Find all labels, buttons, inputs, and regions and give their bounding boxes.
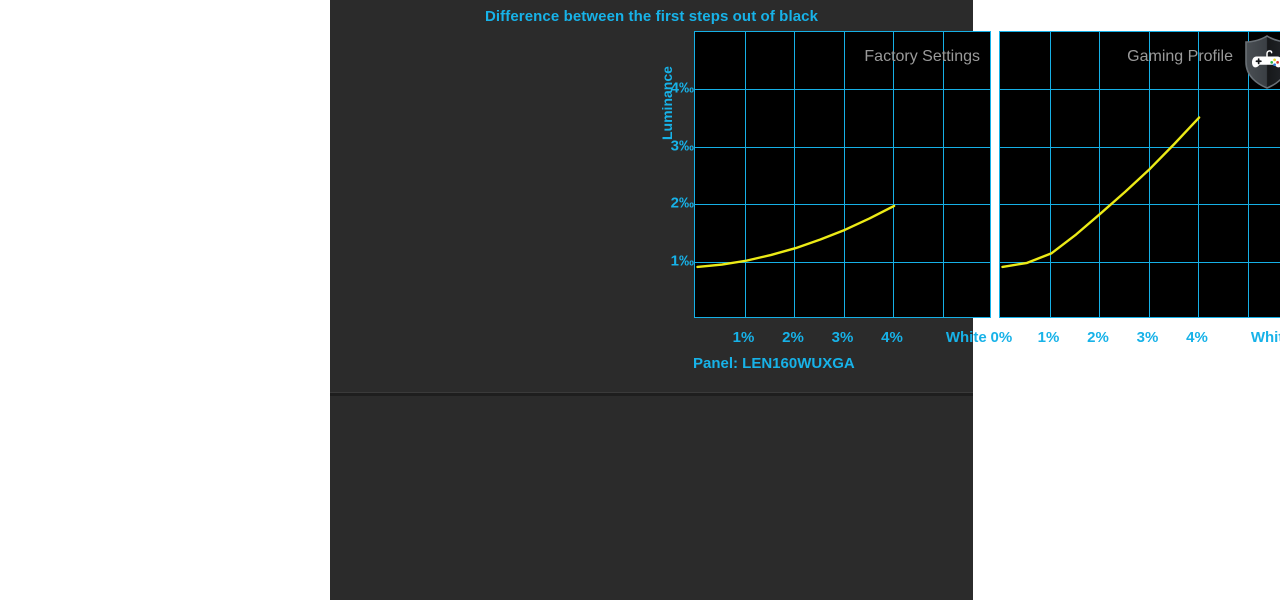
x-tick-label: 4% [881, 329, 903, 346]
y-tick-label: 3‰ [670, 137, 694, 155]
x-tick-label: 1% [1037, 329, 1060, 346]
chart-caption-right: Gaming Profile [1127, 48, 1233, 65]
x-tick-label: White [1250, 329, 1280, 346]
y-tick-label: 1‰ [670, 252, 694, 270]
x-tick-labels-left: 1% 2% 3% 4% White [694, 329, 991, 349]
x-tick-label: 3% [831, 329, 854, 346]
gradient-strip-panel: 0%1%2%3%4%5% Your display [330, 396, 973, 600]
screenshot-root: Difference between the first steps out o… [0, 0, 1280, 600]
x-tick-label: 2% [782, 329, 804, 346]
chart-factory-settings: Factory Settings [694, 31, 991, 318]
x-tick-label: 4% [1186, 329, 1208, 346]
page-title: Difference between the first steps out o… [484, 8, 819, 25]
chart-caption-left: Factory Settings [864, 48, 980, 65]
x-tick-labels-right: 0% 1% 2% 3% 4% White [991, 329, 1280, 349]
x-tick-label: 1% [732, 329, 755, 346]
x-tick-label: 2% [1087, 329, 1109, 346]
gaming-shield-badge [1245, 35, 1280, 89]
y-tick-label: 4‰ [670, 79, 694, 97]
panel-model-label: Panel: LEN160WUXGA [693, 355, 855, 372]
curve-right [1001, 116, 1201, 269]
curve-left [696, 204, 896, 269]
x-tick-label: 3% [1136, 329, 1159, 346]
chart-gaming-profile: Gaming Profile [999, 31, 1280, 318]
charts-panel: Difference between the first steps out o… [330, 0, 1280, 392]
x-tick-label: White [945, 329, 987, 346]
y-tick-label: 2‰ [670, 194, 694, 212]
x-tick-label: 0% [990, 329, 1013, 346]
